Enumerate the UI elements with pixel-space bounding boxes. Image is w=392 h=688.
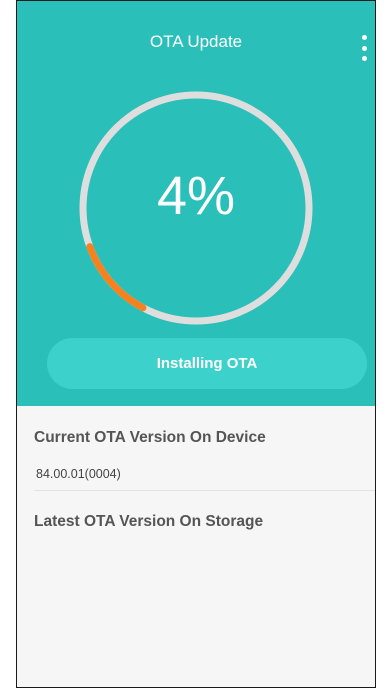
progress-fill	[86, 243, 147, 312]
progress-percent: 4%	[156, 166, 236, 226]
divider	[34, 490, 375, 491]
header-panel: OTA Update 4% Installing OTA	[17, 1, 375, 406]
app-screen: OTA Update 4% Installing OTA Current OTA…	[16, 0, 376, 688]
current-version-value: 84.00.01(0004)	[36, 467, 121, 481]
installing-ota-button[interactable]: Installing OTA	[47, 338, 367, 389]
current-version-label: Current OTA Version On Device	[34, 429, 266, 446]
latest-version-label: Latest OTA Version On Storage	[34, 513, 264, 530]
